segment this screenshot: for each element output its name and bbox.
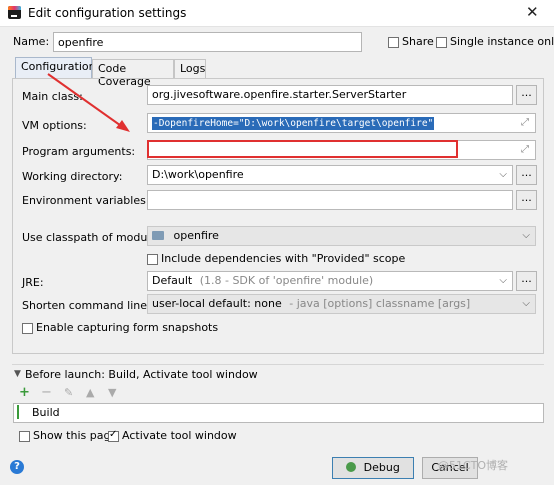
activate-tool-window-checkbox[interactable] — [108, 429, 119, 442]
before-launch-list: Build — [13, 403, 544, 423]
collapse-triangle-icon[interactable]: ▼ — [14, 369, 21, 379]
help-icon[interactable]: ? — [10, 460, 24, 474]
edit-icon[interactable]: ✎ — [64, 386, 73, 399]
remove-icon[interactable]: − — [41, 385, 52, 400]
watermark: @51CTO博客 — [438, 459, 509, 472]
debug-button-label: Debug — [363, 461, 400, 474]
debug-bug-icon — [346, 462, 357, 472]
move-down-icon[interactable]: ▼ — [108, 386, 116, 399]
move-up-icon[interactable]: ▲ — [86, 386, 94, 399]
before-launch-header: Before launch: Build, Activate tool wind… — [25, 368, 258, 381]
show-page-checkbox[interactable] — [19, 431, 30, 442]
show-page-label: Show this page — [33, 429, 118, 442]
activate-tool-window-label: Activate tool window — [122, 429, 237, 442]
divider — [12, 364, 544, 365]
add-icon[interactable]: + — [19, 385, 30, 400]
before-launch-item[interactable]: Build — [32, 406, 60, 419]
debug-button[interactable]: Debug — [332, 457, 414, 479]
build-icon — [17, 405, 28, 419]
